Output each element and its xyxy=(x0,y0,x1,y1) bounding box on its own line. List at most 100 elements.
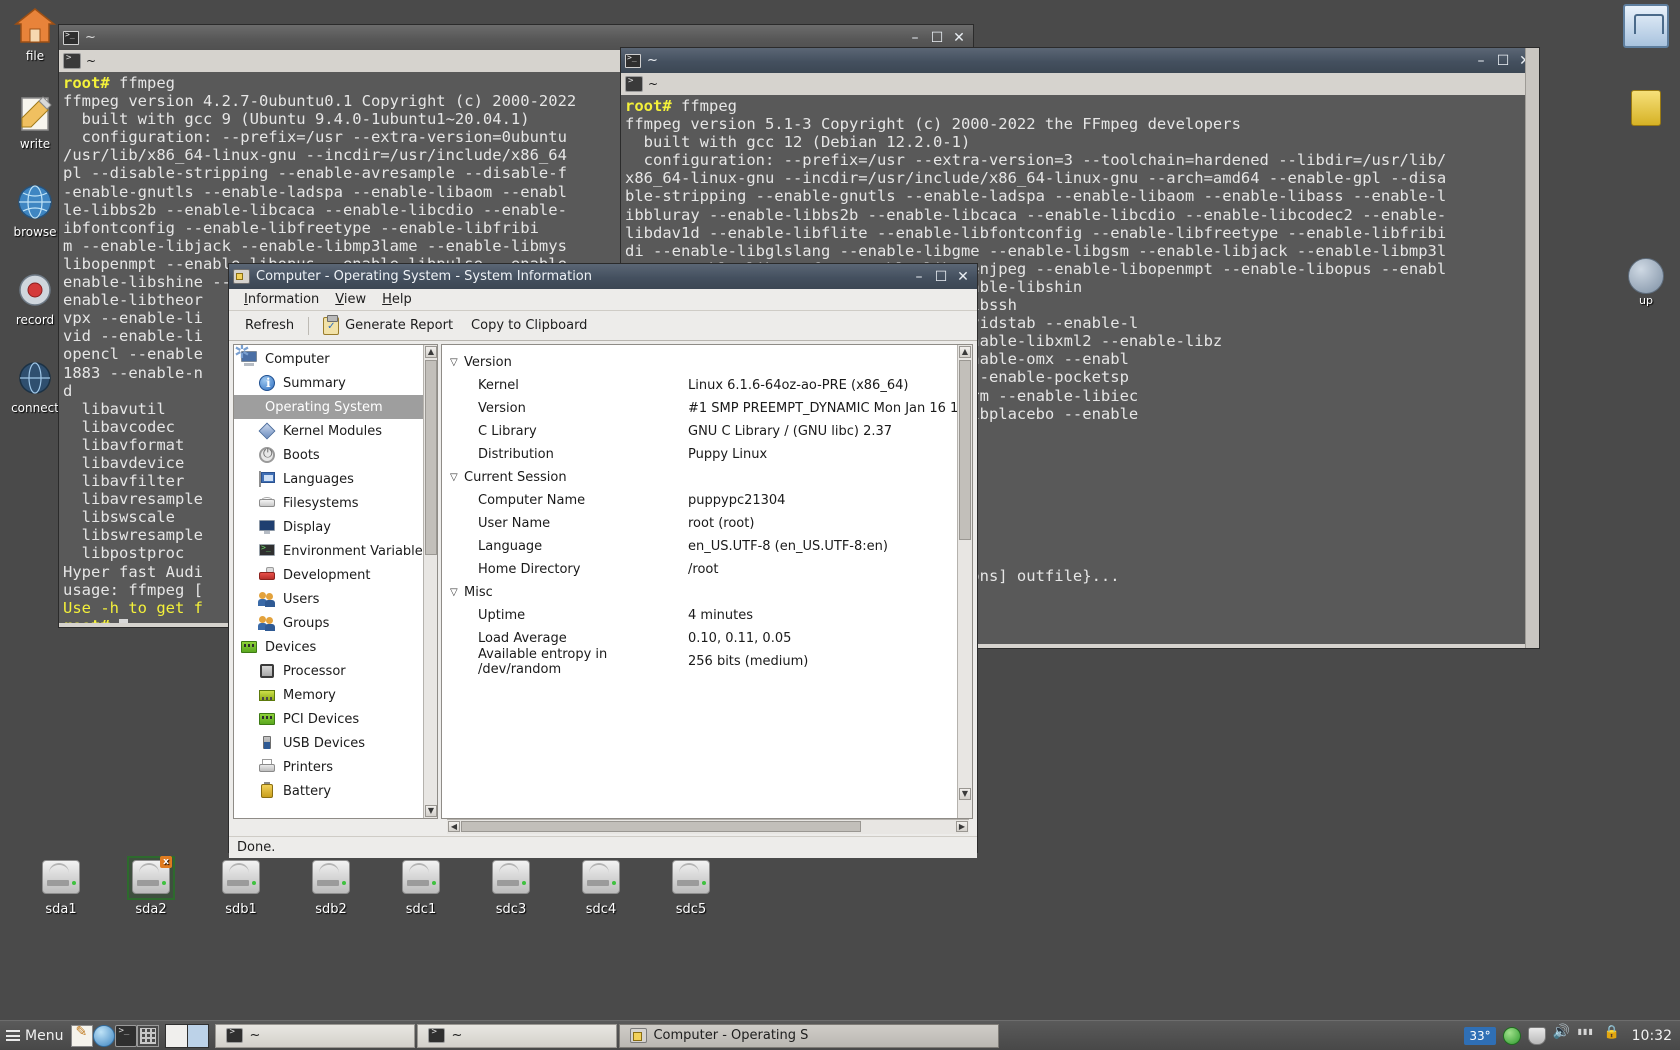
workspace-1[interactable] xyxy=(166,1024,188,1047)
drive-icon-sdc5[interactable]: sdc5 xyxy=(654,858,728,917)
detail-row[interactable]: Computer Name puppypc21304 xyxy=(442,489,972,512)
scroll-up-arrow[interactable]: ▲ xyxy=(959,346,971,358)
detail-row[interactable]: Distribution Puppy Linux xyxy=(442,443,972,466)
grid-icon[interactable] xyxy=(137,1024,160,1047)
detail-row[interactable]: Home Directory/root xyxy=(442,558,972,581)
desktop-icon-setup[interactable]: up xyxy=(1618,258,1674,307)
detail-row[interactable]: Language en_US.UTF-8 (en_US.UTF-8:en) xyxy=(442,535,972,558)
taskbar-window-button[interactable]: ~ xyxy=(215,1023,416,1048)
menu-information[interactable]: Information xyxy=(237,290,326,309)
task-button-list[interactable]: ~ ~ Computer - Operating S xyxy=(215,1023,1001,1048)
system-tray[interactable]: 33° 10:32 xyxy=(1464,1024,1680,1045)
menu-help[interactable]: Help xyxy=(375,290,419,309)
desktop-icon-save[interactable] xyxy=(1618,4,1674,48)
tree-item-development[interactable]: Development xyxy=(234,563,437,587)
maximize-button[interactable]: ☐ xyxy=(1493,52,1513,70)
scroll-thumb[interactable] xyxy=(425,360,437,555)
detail-group-header[interactable]: ▽ Current Session xyxy=(442,466,972,489)
terminal-tabbar[interactable]: ~ xyxy=(621,73,1539,95)
drive-icon-sda1[interactable]: sda1 xyxy=(24,858,98,917)
terminal-scrollbar[interactable] xyxy=(1525,48,1539,648)
tree-item-filesystems[interactable]: Filesystems xyxy=(234,491,437,515)
write-launcher-icon[interactable] xyxy=(71,1024,94,1047)
refresh-button[interactable]: Refresh xyxy=(237,315,302,336)
scroll-thumb[interactable] xyxy=(959,360,971,540)
tree-item-processor[interactable]: Processor xyxy=(234,659,437,683)
scroll-right-arrow[interactable]: ▶ xyxy=(956,821,968,832)
drive-icon-sdc1[interactable]: sdc1 xyxy=(384,858,458,917)
tree-item-operating-system[interactable]: Operating System xyxy=(234,345,437,419)
tree-scrollbar[interactable]: ▲ ▼ xyxy=(423,345,437,818)
workspace-pager[interactable] xyxy=(165,1023,210,1048)
drive-icon-sdb2[interactable]: sdb2 xyxy=(294,858,368,917)
tree-item-pci-devices[interactable]: PCI Devices xyxy=(234,707,437,731)
volume-icon[interactable] xyxy=(1553,1024,1571,1045)
category-tree-panel[interactable]: Computer Summary Operating System Kernel Mo… xyxy=(233,344,438,819)
lock-icon[interactable] xyxy=(1603,1025,1621,1045)
toolbar[interactable]: Refresh Generate Report Copy to Clipboar… xyxy=(229,311,977,341)
clock[interactable]: 10:32 xyxy=(1628,1028,1672,1044)
detail-panel[interactable]: ▽ Version Kernel Linux 6.1.6-64oz-ao-PRE (x… xyxy=(441,344,973,819)
minimize-button[interactable]: – xyxy=(905,29,925,47)
tree-item-groups[interactable]: Groups xyxy=(234,611,437,635)
close-button[interactable]: ✕ xyxy=(953,268,973,286)
taskbar[interactable]: Menu ~ ~ Computer - Operating S 33° 10:32 xyxy=(0,1020,1680,1050)
detail-row[interactable]: C Library GNU C Library / (GNU libc) 2.37 xyxy=(442,420,972,443)
globe-icon[interactable] xyxy=(93,1024,116,1047)
titlebar[interactable]: Computer - Operating System - System Inf… xyxy=(229,264,977,289)
detail-row[interactable]: User Name root (root) xyxy=(442,512,972,535)
tree-item-users[interactable]: Users xyxy=(234,587,437,611)
scroll-down-arrow[interactable]: ▼ xyxy=(425,805,437,817)
detail-row[interactable]: Version #1 SMP PREEMPT_DYNAMIC Mon Jan 16… xyxy=(442,397,972,420)
desktop-icon-yellow[interactable] xyxy=(1618,90,1674,126)
shield-icon[interactable] xyxy=(1527,1026,1546,1045)
detail-hscrollbar[interactable]: ◀ ▶ xyxy=(447,819,969,834)
generate-report-button[interactable]: Generate Report xyxy=(315,314,461,338)
chevron-down-icon[interactable]: ▽ xyxy=(450,357,464,368)
titlebar[interactable]: ~ – ☐ ✕ xyxy=(621,48,1539,73)
tree-item-printers[interactable]: Printers xyxy=(234,755,437,779)
battery-icon[interactable] xyxy=(1502,1026,1521,1045)
detail-row[interactable]: Available entropy in /dev/random 256 bits… xyxy=(442,647,972,677)
terminal-icon[interactable] xyxy=(115,1024,138,1047)
tree-item-summary[interactable]: Summary xyxy=(234,371,437,395)
chevron-down-icon[interactable]: ▽ xyxy=(450,472,464,483)
minimize-button[interactable]: – xyxy=(909,268,929,286)
tree-item-devices[interactable]: Devices xyxy=(234,635,437,659)
category-tree[interactable]: Computer Summary Operating System Kernel Mo… xyxy=(234,345,437,803)
scroll-down-arrow[interactable]: ▼ xyxy=(959,788,971,800)
drive-icon-sda2[interactable]: x sda2 xyxy=(114,856,188,917)
drive-icon-sdb1[interactable]: sdb1 xyxy=(204,858,278,917)
drive-icon-sdc3[interactable]: sdc3 xyxy=(474,858,548,917)
detail-vscrollbar[interactable]: ▲ ▼ xyxy=(957,345,972,818)
tree-item-memory[interactable]: Memory xyxy=(234,683,437,707)
chevron-down-icon[interactable]: ▽ xyxy=(450,587,464,598)
tree-item-boots[interactable]: Boots xyxy=(234,443,437,467)
scroll-up-arrow[interactable]: ▲ xyxy=(425,346,437,358)
copy-to-clipboard-button[interactable]: Copy to Clipboard xyxy=(463,315,595,336)
start-menu-button[interactable]: Menu xyxy=(0,1022,71,1050)
tree-item-kernel-modules[interactable]: Kernel Modules xyxy=(234,419,437,443)
menu-view[interactable]: View xyxy=(328,290,373,309)
detail-row[interactable]: Uptime 4 minutes xyxy=(442,604,972,627)
tree-item-usb-devices[interactable]: USB Devices xyxy=(234,731,437,755)
menubar[interactable]: Information View Help xyxy=(229,289,977,311)
drive-icon-sdc4[interactable]: sdc4 xyxy=(564,858,638,917)
temperature-indicator[interactable]: 33° xyxy=(1464,1026,1496,1045)
tree-item-battery[interactable]: Battery xyxy=(234,779,437,803)
system-information-window[interactable]: Computer - Operating System - System Inf… xyxy=(228,263,978,858)
detail-group-header[interactable]: ▽ Version xyxy=(442,351,972,374)
scroll-thumb[interactable] xyxy=(461,821,861,832)
close-button[interactable]: ✕ xyxy=(949,29,969,47)
maximize-button[interactable]: ☐ xyxy=(927,29,947,47)
detail-row[interactable]: Kernel Linux 6.1.6-64oz-ao-PRE (x86_64) xyxy=(442,374,972,397)
tree-item-languages[interactable]: Languages xyxy=(234,467,437,491)
taskbar-window-button[interactable]: Computer - Operating S xyxy=(619,1023,1000,1048)
tree-item-environment-variables[interactable]: Environment Variables xyxy=(234,539,437,563)
workspace-2[interactable] xyxy=(187,1024,209,1047)
detail-group-header[interactable]: ▽ Misc xyxy=(442,581,972,604)
tree-item-display[interactable]: Display xyxy=(234,515,437,539)
maximize-button[interactable]: ☐ xyxy=(931,268,951,286)
network-icon[interactable] xyxy=(1578,1027,1596,1045)
minimize-button[interactable]: – xyxy=(1471,52,1491,70)
